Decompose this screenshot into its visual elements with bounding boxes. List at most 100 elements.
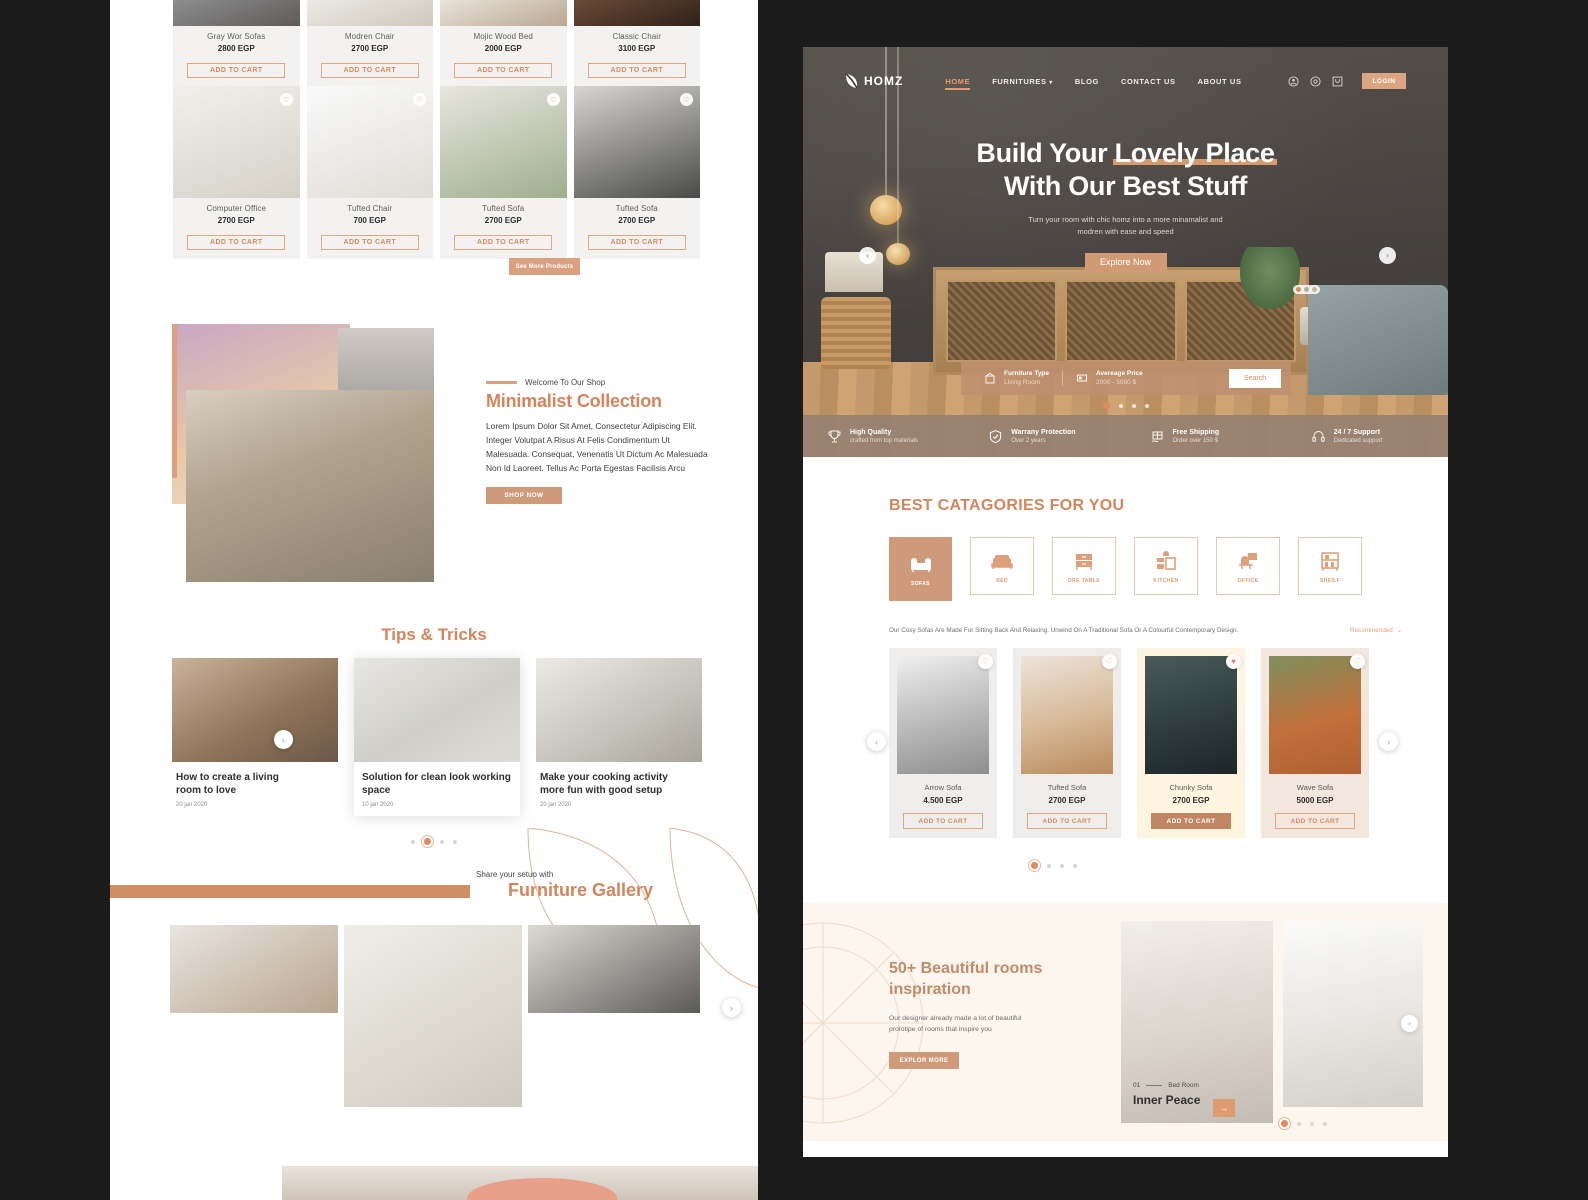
category-item-kitchen[interactable]: KITCHEN — [1134, 537, 1198, 595]
add-to-cart-button[interactable]: ADD TO CART — [1027, 813, 1107, 829]
inspiration-card[interactable] — [1283, 921, 1423, 1107]
hero-prev-arrow[interactable]: ‹ — [859, 247, 876, 264]
carousel-dot[interactable] — [1131, 403, 1136, 408]
tips-image — [536, 658, 702, 762]
login-button[interactable]: LOGIN — [1362, 73, 1406, 89]
product-card[interactable]: Modren Chair 2700 EGP ADD TO CART — [306, 0, 433, 87]
main-navigation: HOME FURNITURES ▾ BLOG CONTACT US ABOUT … — [945, 77, 1242, 90]
gear-icon[interactable] — [1310, 75, 1321, 87]
product-card[interactable]: ♡ Computer Office 2700 EGP ADD TO CART — [173, 86, 300, 259]
add-to-cart-button[interactable]: ADD TO CART — [587, 63, 686, 78]
carousel-dot[interactable] — [1118, 403, 1123, 408]
see-more-products-button[interactable]: See More Products — [509, 258, 580, 275]
carousel-dot[interactable] — [1047, 863, 1051, 868]
explore-more-button[interactable]: EXPLOR MORE — [889, 1052, 959, 1070]
featured-product-card[interactable]: ♡ Tufted Sofa 2700 EGP ADD TO CART — [1013, 648, 1121, 838]
carousel-dot[interactable] — [1310, 1121, 1314, 1126]
carousel-dot[interactable] — [411, 839, 415, 844]
nav-link-furnitures[interactable]: FURNITURES ▾ — [992, 77, 1053, 86]
favorite-icon[interactable]: ♡ — [978, 654, 993, 669]
carousel-dot[interactable] — [1297, 1121, 1301, 1126]
category-item-sheilf[interactable]: SHEILF — [1298, 537, 1362, 595]
furniture-type-field[interactable]: Furniture Type Living Room — [971, 370, 1062, 386]
hero-next-arrow[interactable]: › — [1379, 247, 1396, 264]
products-next-arrow[interactable]: › — [1379, 732, 1398, 751]
product-card[interactable]: ♡ Tufted Sofa 2700 EGP ADD TO CART — [573, 86, 700, 259]
category-item-office[interactable]: OFFICE — [1216, 537, 1280, 595]
carousel-dot-active[interactable] — [1102, 402, 1110, 409]
add-to-cart-button[interactable]: ADD TO CART — [903, 813, 983, 829]
nav-link-about-us[interactable]: ABOUT US — [1198, 77, 1242, 86]
products-carousel-dots[interactable] — [889, 862, 1448, 869]
inspiration-carousel-dots[interactable] — [1281, 1120, 1327, 1127]
featured-product-card[interactable]: ♥ Chunky Sofa 2700 EGP ADD TO CART — [1137, 648, 1245, 838]
featured-product-card[interactable]: ♡ Wave Sofa 5000 EGP ADD TO CART — [1261, 648, 1369, 838]
search-button[interactable]: Search — [1229, 368, 1281, 388]
carousel-dot[interactable] — [440, 839, 444, 844]
add-to-cart-button[interactable]: ADD TO CART — [454, 235, 553, 250]
average-price-field[interactable]: Avereage Price 2000 - 5000 $ — [1062, 370, 1156, 386]
add-to-cart-button[interactable]: ADD TO CART — [187, 235, 286, 250]
inspiration-next-arrow[interactable]: › — [1401, 1015, 1418, 1032]
favorite-icon[interactable]: ♡ — [680, 93, 693, 106]
carousel-dot[interactable] — [1073, 863, 1077, 868]
add-to-cart-button[interactable]: ADD TO CART — [587, 235, 686, 250]
shop-now-button[interactable]: SHOP NOW — [486, 487, 562, 505]
gallery-image[interactable] — [344, 925, 522, 1107]
category-item-sofas[interactable]: SOFAS — [889, 537, 952, 601]
tips-card[interactable]: Make your cooking activity more fun with… — [536, 658, 702, 816]
tips-prev-arrow[interactable]: ‹ — [274, 730, 293, 749]
add-to-cart-button[interactable]: ADD TO CART — [1151, 813, 1231, 829]
gallery-image[interactable] — [170, 925, 338, 1013]
inspiration-card[interactable]: 01 Bed Room Inner Peace → — [1121, 921, 1273, 1123]
add-to-cart-button[interactable]: ADD TO CART — [320, 235, 419, 250]
tips-card[interactable]: Solution for clean look working space 10… — [354, 658, 520, 816]
cart-icon[interactable] — [1332, 76, 1343, 87]
favorite-icon[interactable]: ♡ — [1350, 654, 1365, 669]
product-price: 2700 EGP — [1172, 796, 1210, 805]
carousel-dot[interactable] — [1060, 863, 1064, 868]
hero-color-swatches[interactable] — [1293, 285, 1320, 294]
carousel-dot-active[interactable] — [1031, 862, 1038, 869]
gallery-image[interactable] — [528, 925, 700, 1013]
add-to-cart-button[interactable]: ADD TO CART — [320, 63, 419, 78]
color-swatch[interactable] — [1312, 287, 1317, 292]
favorite-icon-active[interactable]: ♥ — [1226, 654, 1241, 669]
carousel-dot[interactable] — [453, 839, 457, 844]
nav-link-home[interactable]: HOME — [945, 77, 971, 90]
favorite-icon[interactable]: ♡ — [546, 93, 560, 106]
user-icon[interactable] — [1288, 75, 1299, 87]
nav-link-contact-us[interactable]: CONTACT US — [1121, 77, 1176, 86]
favorite-icon[interactable]: ♡ — [413, 93, 426, 106]
carousel-dot-active[interactable] — [424, 838, 431, 845]
nav-link-blog[interactable]: BLOG — [1075, 77, 1099, 86]
favorite-icon[interactable]: ♡ — [279, 93, 293, 106]
featured-product-card[interactable]: ♡ Arrow Sofa 4.500 EGP ADD TO CART — [889, 648, 997, 838]
product-card[interactable]: ♡ Tufted Chair 700 EGP ADD TO CART — [306, 86, 433, 259]
category-item-dre-table[interactable]: DRE TABLE — [1052, 537, 1116, 595]
color-swatch[interactable] — [1304, 287, 1309, 292]
add-to-cart-button[interactable]: ADD TO CART — [454, 63, 553, 78]
gallery-next-arrow[interactable]: › — [722, 998, 741, 1017]
carousel-dot[interactable] — [1144, 403, 1149, 408]
add-to-cart-button[interactable]: ADD TO CART — [187, 63, 286, 78]
favorite-icon[interactable]: ♡ — [1102, 654, 1117, 669]
office-icon — [1239, 552, 1257, 569]
tips-card[interactable]: How to create a living room to love 20 j… — [172, 658, 338, 816]
product-card[interactable]: Classic Chair 3100 EGP ADD TO CART — [573, 0, 700, 87]
add-to-cart-button[interactable]: ADD TO CART — [1275, 813, 1355, 829]
explore-now-button[interactable]: Explore Now — [1084, 252, 1167, 272]
color-swatch[interactable] — [1296, 287, 1301, 292]
products-prev-arrow[interactable]: ‹ — [867, 732, 886, 751]
brand-logo[interactable]: HOMZ — [845, 73, 903, 89]
carousel-dot[interactable] — [1323, 1121, 1327, 1126]
product-card[interactable]: Mojic Wood Bed 2000 EGP ADD TO CART — [440, 0, 567, 87]
product-card[interactable]: Gray Wor Sofas 2800 EGP ADD TO CART — [173, 0, 300, 87]
sort-dropdown[interactable]: Recommended ⌄ — [1350, 627, 1402, 634]
category-item-bed[interactable]: BED — [970, 537, 1034, 595]
hero-carousel-dots[interactable] — [803, 402, 1448, 409]
inspiration-card-go-button[interactable]: → — [1213, 1099, 1235, 1117]
carousel-dot-active[interactable] — [1281, 1120, 1288, 1127]
product-card[interactable]: ♡ Tufted Sofa 2700 EGP ADD TO CART — [440, 86, 567, 259]
hero-search-bar[interactable]: Furniture Type Living Room Avereage Pric… — [961, 361, 1291, 395]
